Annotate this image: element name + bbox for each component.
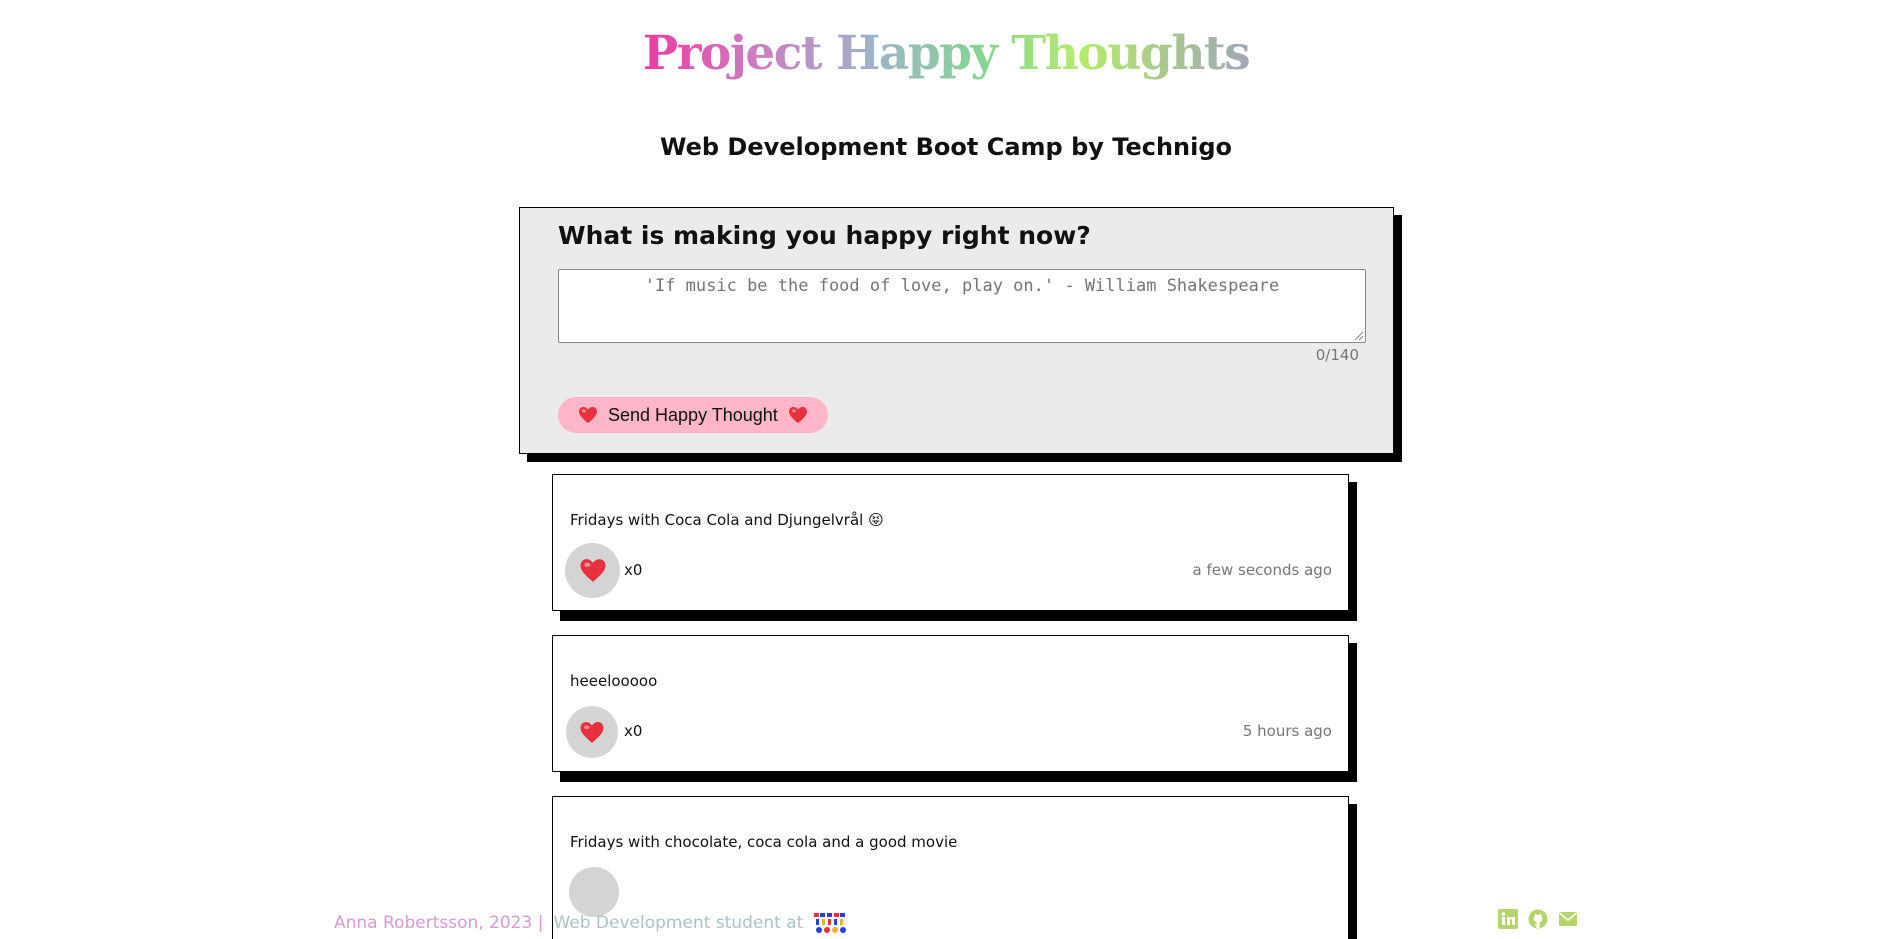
like-button[interactable] <box>569 867 619 917</box>
thought-card: heeelooooo x0 5 hours ago <box>552 635 1349 772</box>
footer-links <box>1498 909 1578 929</box>
send-thought-button[interactable]: Send Happy Thought <box>558 397 828 433</box>
heart-icon <box>580 559 605 582</box>
like-button[interactable] <box>566 706 618 758</box>
like-count: x0 <box>624 561 643 579</box>
footer-credit: Anna Robertsson, 2023 | Web Development … <box>334 912 847 934</box>
technigo-logo-icon <box>814 913 847 933</box>
heart-icon <box>788 406 807 424</box>
footer-role: Web Development student at <box>553 913 804 933</box>
heart-icon <box>580 721 604 743</box>
thought-form: What is making you happy right now? 0/14… <box>519 207 1394 454</box>
page-title: Project Happy Thoughts <box>642 26 1251 81</box>
thought-message: heeelooooo <box>570 672 658 690</box>
like-button[interactable] <box>565 543 620 598</box>
thought-message: Fridays with chocolate, coca cola and a … <box>570 833 958 851</box>
time-ago: 5 hours ago <box>1242 722 1332 740</box>
github-icon[interactable] <box>1528 909 1548 929</box>
char-counter: 0/140 <box>1315 346 1359 364</box>
like-count: x0 <box>624 722 643 740</box>
time-ago: a few seconds ago <box>1192 561 1332 579</box>
form-question: What is making you happy right now? <box>558 221 1091 250</box>
thought-message: Fridays with Coca Cola and Djungelvrål 😝 <box>570 511 884 529</box>
page-subtitle: Web Development Boot Camp by Technigo <box>659 133 1233 161</box>
thought-input[interactable] <box>558 269 1366 343</box>
email-icon[interactable] <box>1558 909 1578 929</box>
footer-name: Anna Robertsson, 2023 | <box>334 913 544 933</box>
thought-card: Fridays with Coca Cola and Djungelvrål 😝… <box>552 474 1349 611</box>
send-button-label: Send Happy Thought <box>608 404 778 425</box>
linkedin-icon[interactable] <box>1498 909 1518 929</box>
resize-grip-icon[interactable] <box>1352 329 1364 341</box>
heart-icon <box>579 406 597 424</box>
